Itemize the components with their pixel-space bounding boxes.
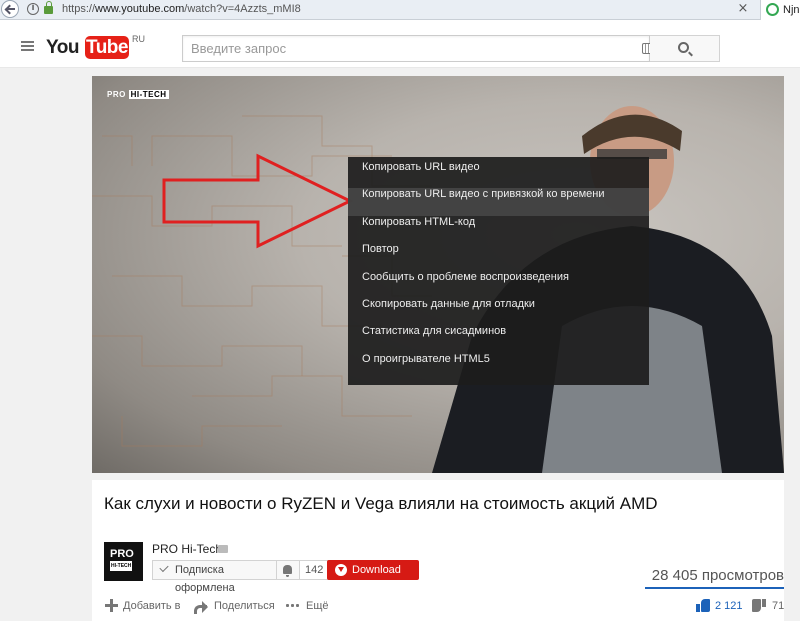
share-icon[interactable]	[194, 600, 208, 614]
search-button[interactable]	[650, 35, 720, 62]
dislike-count: 71	[772, 600, 785, 612]
url-prefix: https://	[62, 3, 96, 15]
ctx-stats-for-nerds[interactable]: Статистика для сисадминов	[348, 325, 649, 352]
ctx-copy-embed[interactable]: Копировать HTML-код	[348, 216, 649, 243]
more-button[interactable]: Ещё	[306, 599, 329, 613]
logo-region: RU	[132, 34, 145, 44]
share-button[interactable]: Поделиться	[214, 599, 275, 613]
url-path: /watch?v=4Azzts_mMI8	[184, 3, 301, 15]
video-title: Как слухи и новости о RyZEN и Vega влиял…	[104, 494, 658, 513]
browser-toolbar: i https://www.youtube.com/watch?v=4Azzts…	[0, 0, 800, 20]
menu-icon[interactable]	[21, 41, 34, 51]
logo-you: You	[46, 37, 79, 58]
channel-avatar[interactable]: PRO HI-TECH	[104, 542, 143, 581]
ctx-copy-url[interactable]: Копировать URL видео	[348, 161, 649, 188]
ctx-copy-url-time[interactable]: Копировать URL видео с привязкой ко врем…	[348, 188, 649, 216]
check-icon	[159, 562, 169, 573]
verified-icon	[218, 545, 228, 553]
ctx-loop[interactable]: Повтор	[348, 243, 649, 270]
view-count: 28 405 просмотров	[651, 567, 784, 584]
logo-tube: Tube	[85, 36, 129, 59]
download-button[interactable]: Download	[327, 560, 419, 580]
context-menu: Копировать URL видео Копировать URL виде…	[348, 157, 649, 385]
avatar-text: PRO	[110, 548, 134, 560]
add-to-button[interactable]: Добавить в	[123, 599, 181, 613]
channel-watermark: PRO HI-TECH	[107, 90, 169, 99]
like-ratio-bar	[645, 587, 784, 589]
search-box	[182, 35, 650, 62]
address-bar[interactable]: https://www.youtube.com/watch?v=4Azzts_m…	[62, 3, 301, 15]
info-icon[interactable]: i	[27, 3, 39, 15]
close-icon[interactable]: ×	[736, 2, 750, 16]
notification-bell-button[interactable]	[277, 560, 300, 580]
video-info: Как слухи и новости о RyZEN и Vega влиял…	[92, 480, 784, 621]
add-icon[interactable]	[105, 599, 118, 612]
thumbs-down-icon[interactable]	[752, 599, 766, 613]
bell-icon	[283, 565, 292, 577]
like-count: 2 121	[715, 600, 743, 612]
ctx-copy-debug[interactable]: Скопировать данные для отладки	[348, 298, 649, 325]
subscribe-button[interactable]: Подписка оформлена	[152, 560, 277, 594]
ctx-about-player[interactable]: О проигрывателе HTML5	[348, 353, 649, 380]
youtube-header: You Tube RU	[0, 20, 800, 68]
url-host: www.youtube.com	[95, 3, 185, 15]
thumbs-up-icon[interactable]	[696, 598, 710, 612]
search-icon	[678, 42, 689, 53]
back-button[interactable]	[1, 0, 19, 18]
download-label: Download	[352, 564, 401, 576]
subscriber-count: 142 5	[300, 560, 330, 580]
lock-icon	[44, 1, 53, 14]
watermark-hitech: HI-TECH	[128, 90, 169, 99]
more-icon[interactable]	[285, 604, 299, 607]
profile-tab[interactable]: Njn	[760, 0, 800, 20]
ctx-report-playback[interactable]: Сообщить о проблеме воспроизведения	[348, 271, 649, 298]
red-arrow	[162, 153, 354, 249]
watermark-pro: PRO	[107, 90, 126, 99]
search-input[interactable]	[183, 36, 623, 61]
subscribe-label: Подписка оформлена	[175, 564, 235, 594]
profile-icon	[766, 3, 779, 16]
download-icon	[335, 564, 347, 576]
avatar-sub: HI-TECH	[110, 561, 132, 571]
profile-name: Njn	[783, 4, 800, 16]
channel-name[interactable]: PRO Hi-Tech	[152, 542, 222, 556]
